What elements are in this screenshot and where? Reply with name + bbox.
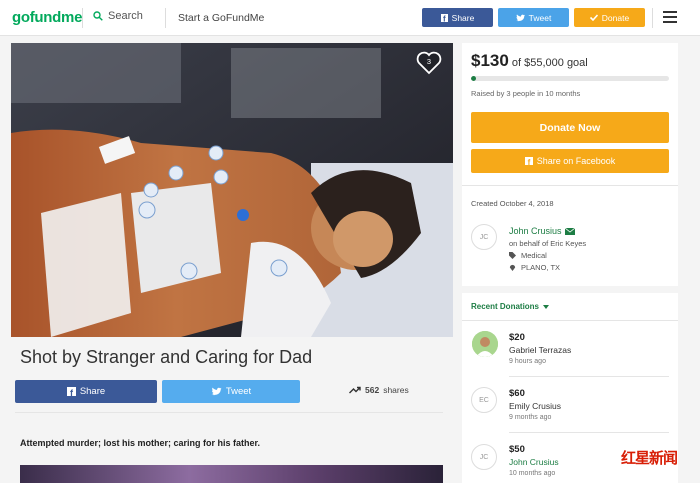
news-watermark: 红星新闻: [621, 449, 678, 467]
goal-text: of $55,000 goal: [511, 57, 588, 69]
shares-number: 562: [365, 385, 380, 395]
donor-name[interactable]: John Crusius: [509, 457, 559, 467]
donation-time: 9 hours ago: [509, 358, 546, 365]
search-link[interactable]: Search: [93, 10, 143, 22]
on-behalf-text: on behalf of Eric Keyes: [509, 239, 587, 248]
header-tweet-label: Tweet: [528, 12, 552, 23]
header-donate-label: Donate: [601, 12, 630, 23]
header-share-button[interactable]: f Share: [422, 8, 493, 27]
caret-down-icon: [543, 304, 550, 309]
category-text: Medical: [521, 251, 547, 260]
svg-text:f: f: [527, 158, 530, 165]
heart-count: 3: [426, 57, 432, 66]
panel-divider: [462, 320, 678, 321]
nav-divider: [82, 8, 83, 28]
facebook-icon: f: [524, 157, 533, 165]
organizer-on-behalf: on behalf of Eric Keyes: [509, 239, 586, 248]
donation-divider: [509, 432, 669, 433]
start-gofundme-link[interactable]: Start a GoFundMe: [178, 12, 264, 24]
recent-donations-toggle[interactable]: Recent Donations: [471, 302, 550, 311]
donation-amount: $50: [509, 444, 525, 455]
campaign-title: Shot by Stranger and Caring for Dad: [20, 347, 313, 367]
donor-name: Gabriel Terrazas: [509, 345, 572, 355]
organizer-location: PLANO, TX: [509, 263, 560, 272]
facebook-share-label: Share: [79, 386, 106, 397]
created-date: Created October 4, 2018: [471, 199, 554, 208]
shares-count: 562 shares: [349, 385, 409, 395]
donor-avatar: [472, 331, 498, 357]
nav-divider: [165, 8, 166, 28]
tweet-label: Tweet: [225, 386, 252, 397]
donation-amount: $60: [509, 388, 525, 399]
donation-time: 9 months ago: [509, 414, 552, 421]
progress-bar: [471, 76, 669, 81]
twitter-icon: [515, 14, 525, 21]
raised-amount: $130 of $55,000 goal: [471, 51, 588, 71]
header-tweet-button[interactable]: Tweet: [498, 8, 569, 27]
donor-avatar: JC: [471, 444, 497, 470]
share-bar: f Share Tweet 562 shares: [15, 380, 443, 405]
donation-divider: [509, 376, 669, 377]
story-image: [20, 465, 443, 483]
content-divider: [15, 412, 443, 413]
organizer-avatar: JC: [471, 224, 497, 250]
organizer-name[interactable]: John Crusius: [509, 226, 575, 236]
donor-name: Emily Crusius: [509, 401, 561, 411]
logo-me: me: [61, 9, 83, 26]
progress-fill: [471, 76, 476, 81]
location-pin-icon: [509, 264, 516, 271]
donation-amount: $20: [509, 332, 525, 343]
logo-fund: fund: [29, 9, 62, 26]
search-icon: [93, 11, 103, 21]
heart-button[interactable]: 3: [416, 51, 442, 75]
envelope-icon[interactable]: [564, 227, 575, 235]
shares-label: shares: [383, 385, 409, 395]
header-donate-button[interactable]: Donate: [574, 8, 645, 27]
share-on-facebook-label: Share on Facebook: [536, 156, 616, 166]
organizer-name-text: John Crusius: [509, 226, 562, 236]
campaign-photo: [11, 43, 453, 337]
sidebar-divider: [462, 185, 678, 186]
raised-by-text: Raised by 3 people in 10 months: [471, 89, 581, 98]
twitter-icon: [211, 387, 222, 396]
donor-avatar: EC: [471, 387, 497, 413]
svg-text:f: f: [443, 14, 446, 22]
facebook-icon: f: [440, 13, 448, 22]
facebook-icon: f: [66, 387, 76, 396]
hospital-patient-image: [11, 43, 453, 337]
logo-go: go: [12, 9, 30, 26]
donor-photo: [472, 331, 498, 357]
donate-now-button[interactable]: Donate Now: [471, 112, 669, 143]
recent-donations-heading: Recent Donations: [471, 302, 540, 311]
location-text: PLANO, TX: [521, 263, 561, 272]
check-icon: [589, 14, 598, 21]
organizer-category: Medical: [509, 251, 547, 260]
trending-icon: [349, 386, 361, 394]
nav-divider: [652, 8, 653, 28]
donation-time: 10 months ago: [509, 470, 556, 477]
raised-value: $130: [471, 51, 509, 70]
facebook-share-button[interactable]: f Share: [15, 380, 157, 403]
share-on-facebook-button[interactable]: f Share on Facebook: [471, 149, 669, 173]
gofundme-logo[interactable]: gofundme: [12, 9, 82, 26]
top-nav: gofundme Search Start a GoFundMe f Share…: [0, 0, 700, 36]
story-summary: Attempted murder; lost his mother; carin…: [20, 438, 261, 448]
search-label: Search: [108, 10, 143, 22]
hamburger-menu-icon[interactable]: [663, 11, 677, 23]
tag-icon: [509, 252, 516, 259]
tweet-button[interactable]: Tweet: [162, 380, 300, 403]
header-share-label: Share: [451, 12, 475, 23]
